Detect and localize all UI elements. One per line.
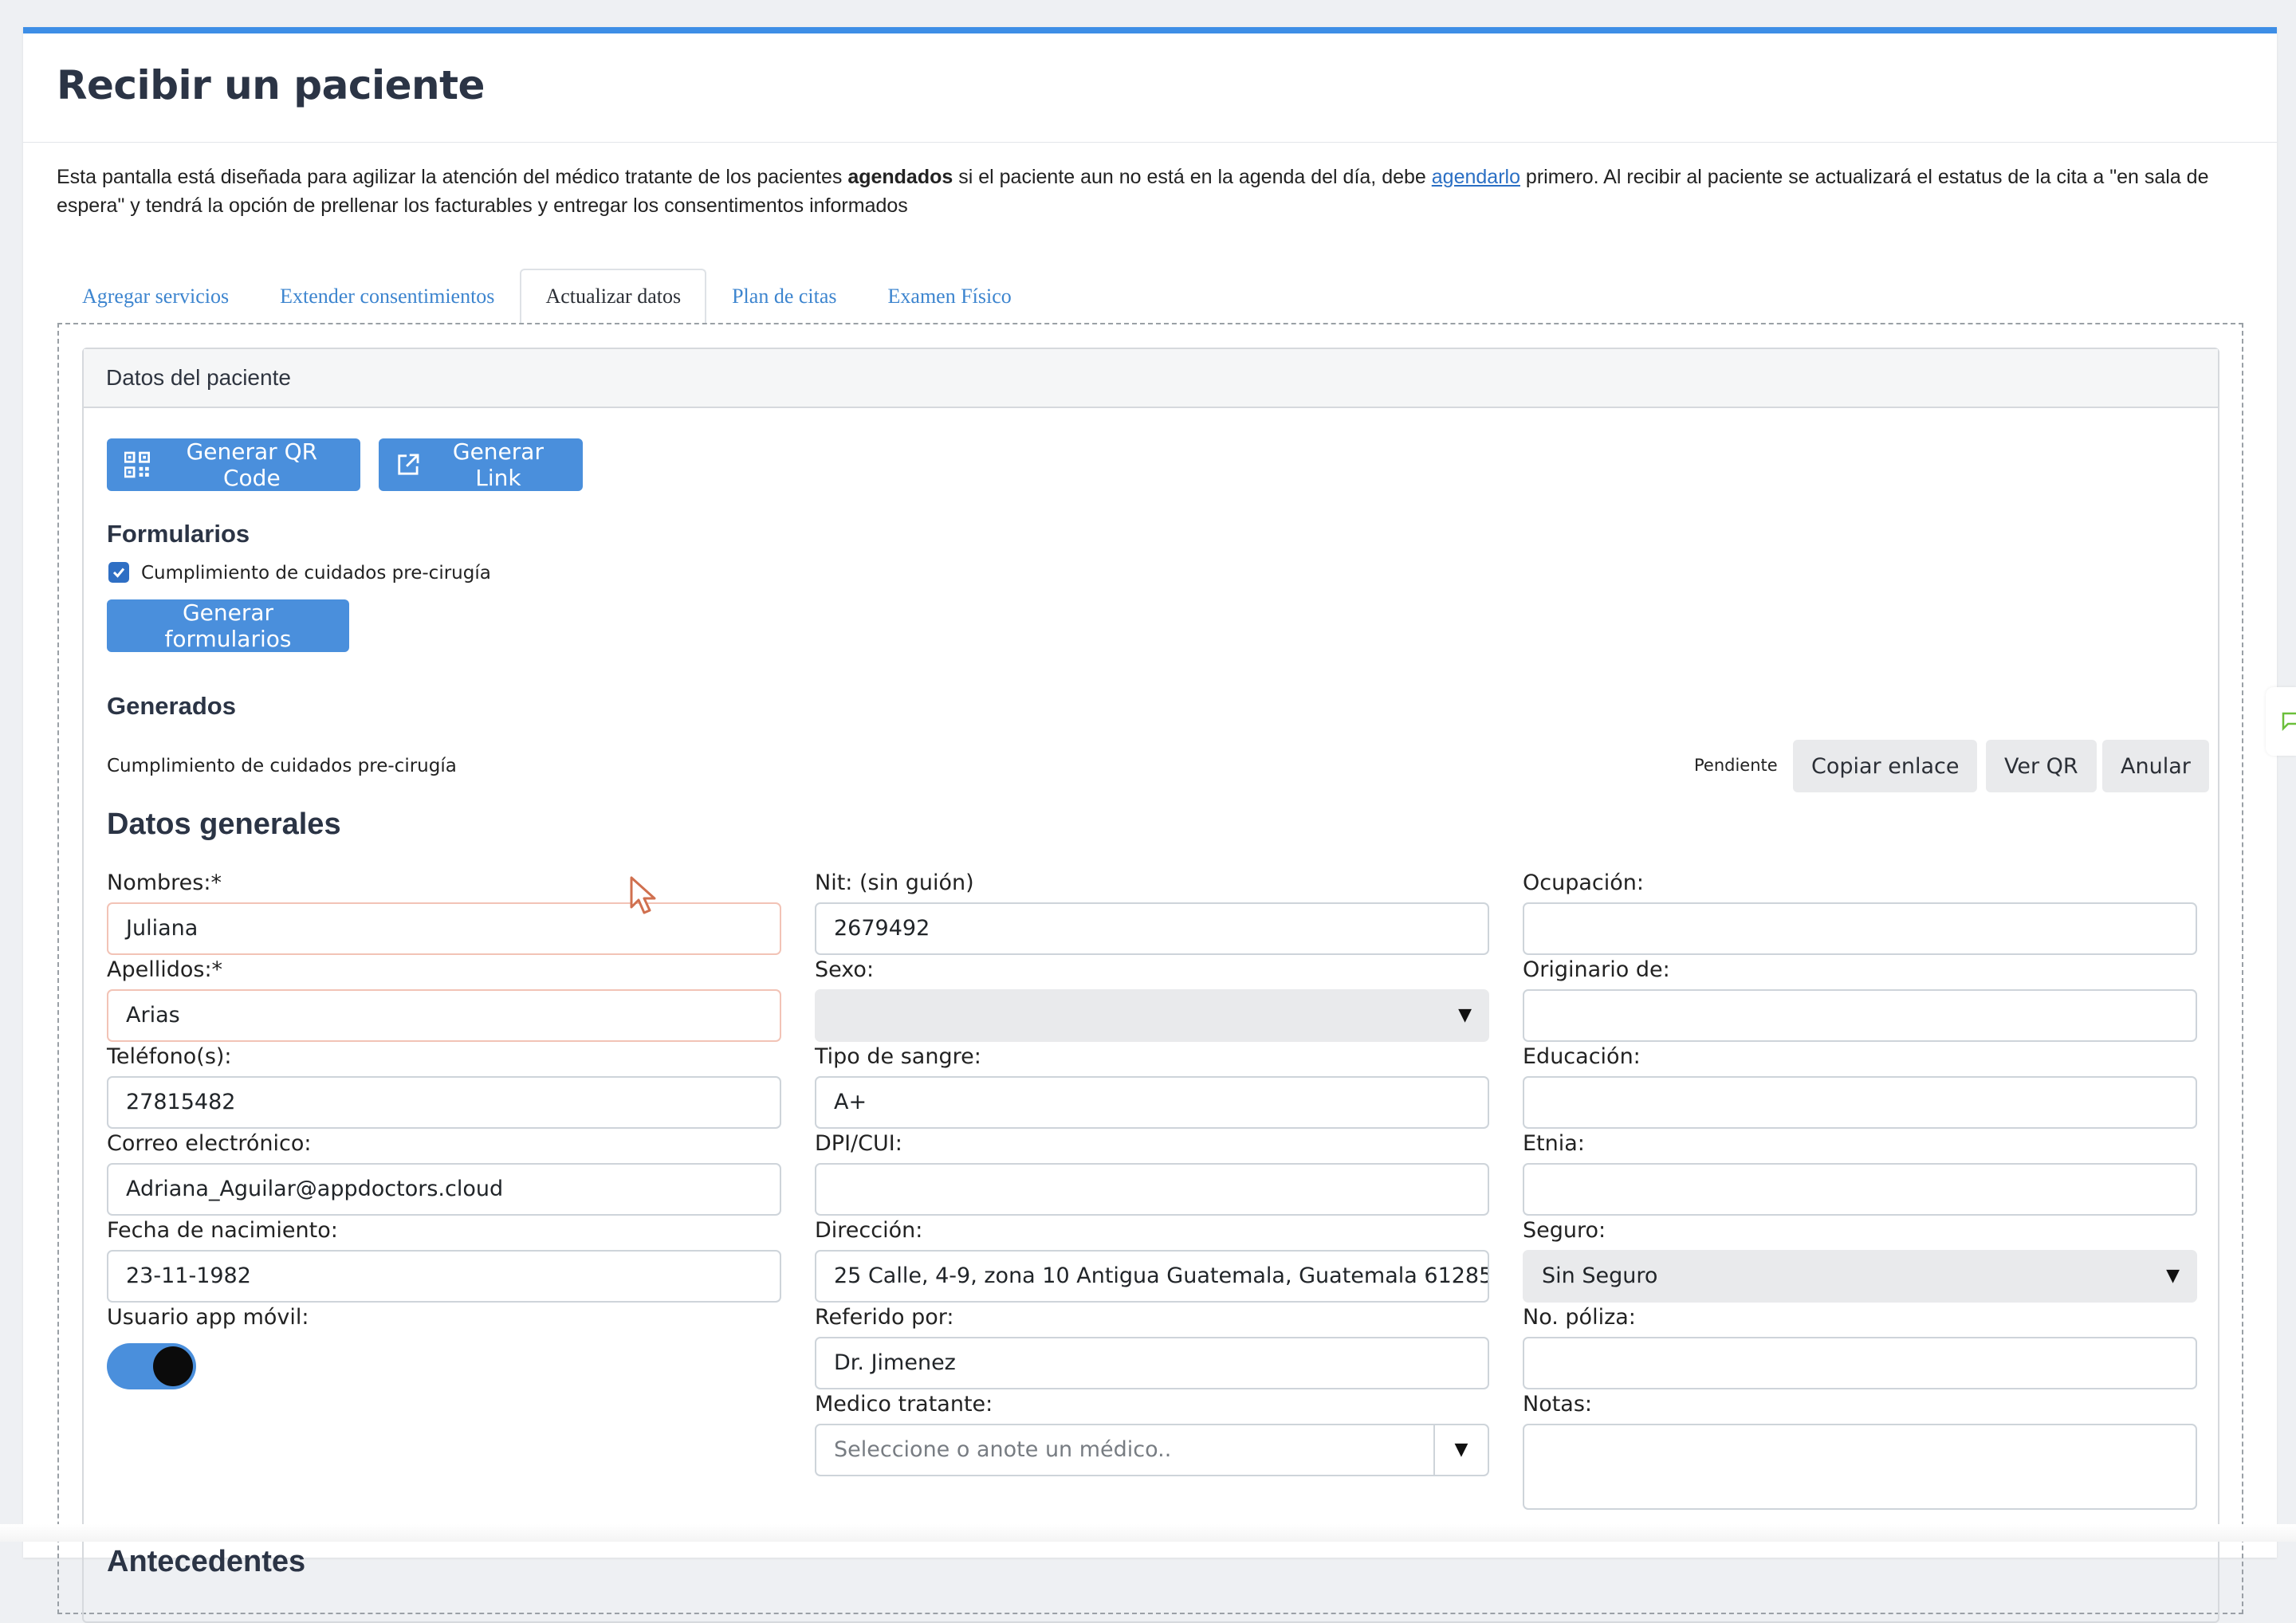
generate-link-label: Generar Link — [452, 438, 544, 491]
generate-link-button[interactable]: Generar Link — [379, 438, 583, 491]
etnia-input[interactable] — [1523, 1163, 2197, 1216]
sangre-input[interactable]: A+ — [815, 1076, 1489, 1129]
educacion-input[interactable] — [1523, 1076, 2197, 1129]
external-link-icon — [398, 454, 419, 475]
generate-qr-button[interactable]: Generar QR Code — [107, 438, 360, 491]
qr-code-icon — [124, 451, 150, 478]
correo-input[interactable]: Adriana_Aguilar@appdoctors.cloud — [107, 1163, 781, 1216]
check-icon — [112, 568, 125, 578]
sexo-select[interactable]: ▼ — [815, 989, 1489, 1042]
nombres-label: Nombres:* — [107, 870, 222, 895]
copy-link-button[interactable]: Copiar enlace — [1793, 740, 1978, 792]
nombres-input[interactable]: Juliana — [107, 902, 781, 955]
chat-icon — [2282, 712, 2296, 731]
app-user-toggle[interactable] — [107, 1343, 196, 1389]
referido-input[interactable]: Dr. Jimenez — [815, 1337, 1489, 1389]
form-option-label: Cumplimiento de cuidados pre-cirugía — [141, 563, 491, 584]
mouse-cursor-icon — [630, 876, 656, 914]
medico-label: Medico tratante: — [815, 1392, 993, 1417]
tab-bar: Agregar servicios Extender consentimient… — [57, 269, 1037, 324]
referido-label: Referido por: — [815, 1305, 954, 1330]
antecedentes-title: Antecedentes — [107, 1545, 306, 1578]
etnia-label: Etnia: — [1523, 1131, 1585, 1156]
dpi-input[interactable] — [815, 1163, 1489, 1216]
nacimiento-label: Fecha de nacimiento: — [107, 1218, 338, 1243]
medico-dropdown-toggle[interactable]: ▼ — [1433, 1425, 1488, 1475]
seguro-select[interactable]: Sin Seguro ▼ — [1523, 1250, 2197, 1303]
ocupacion-label: Ocupación: — [1523, 870, 1644, 895]
intro-text: Esta pantalla está diseñada para agiliza… — [57, 163, 2241, 220]
view-qr-button[interactable]: Ver QR — [1986, 740, 2097, 792]
chevron-down-icon: ▼ — [1458, 1005, 1472, 1025]
bottom-fade — [0, 1524, 2296, 1542]
forms-title: Formularios — [107, 520, 250, 548]
cancel-form-button[interactable]: Anular — [2102, 740, 2209, 792]
generate-forms-button[interactable]: Generar formularios — [107, 599, 349, 652]
apellidos-label: Apellidos:* — [107, 957, 223, 982]
agendar-link[interactable]: agendarlo — [1432, 166, 1520, 188]
nit-input[interactable]: 2679492 — [815, 902, 1489, 955]
intro-part1: Esta pantalla está diseñada para agiliza… — [57, 166, 848, 188]
tab-plan-de-citas[interactable]: Plan de citas — [706, 269, 862, 321]
seguro-value: Sin Seguro — [1542, 1263, 1658, 1288]
sangre-label: Tipo de sangre: — [815, 1044, 981, 1069]
poliza-label: No. póliza: — [1523, 1305, 1636, 1330]
general-data-title: Datos generales — [107, 808, 341, 841]
medico-combobox[interactable]: Seleccione o anote un médico.. ▼ — [815, 1424, 1489, 1476]
generated-item-name: Cumplimiento de cuidados pre-cirugía — [107, 756, 457, 776]
correo-label: Correo electrónico: — [107, 1131, 312, 1156]
medico-placeholder: Seleccione o anote un médico.. — [834, 1437, 1172, 1462]
status-badge: Pendiente — [1694, 756, 1778, 775]
notas-label: Notas: — [1523, 1392, 1593, 1417]
ocupacion-input[interactable] — [1523, 902, 2197, 955]
patient-panel: Datos del paciente Generar QR Code Gener… — [82, 348, 2219, 1623]
generated-title: Generados — [107, 692, 236, 720]
direccion-label: Dirección: — [815, 1218, 923, 1243]
app-user-label: Usuario app móvil: — [107, 1305, 309, 1330]
tab-actualizar-datos[interactable]: Actualizar datos — [520, 269, 707, 324]
sexo-label: Sexo: — [815, 957, 875, 982]
originario-input[interactable] — [1523, 989, 2197, 1042]
form-checkbox[interactable] — [108, 562, 129, 583]
originario-label: Originario de: — [1523, 957, 1670, 982]
toggle-knob — [153, 1346, 193, 1386]
nit-label: Nit: (sin guión) — [815, 870, 974, 895]
chevron-down-icon: ▼ — [1454, 1440, 1468, 1460]
telefono-input[interactable]: 27815482 — [107, 1076, 781, 1129]
direccion-input[interactable]: 25 Calle, 4-9, zona 10 Antigua Guatemala… — [815, 1250, 1489, 1303]
dpi-label: DPI/CUI: — [815, 1131, 902, 1156]
apellidos-input[interactable]: Arias — [107, 989, 781, 1042]
seguro-label: Seguro: — [1523, 1218, 1606, 1243]
page-title: Recibir un paciente — [57, 62, 485, 108]
chevron-down-icon: ▼ — [2166, 1266, 2180, 1286]
intro-part2: si el paciente aun no está en la agenda … — [953, 166, 1432, 188]
title-divider — [23, 142, 2277, 143]
tab-extender-consentimientos[interactable]: Extender consentimientos — [254, 269, 520, 321]
poliza-input[interactable] — [1523, 1337, 2197, 1389]
feedback-side-tab[interactable] — [2266, 687, 2296, 756]
telefono-label: Teléfono(s): — [107, 1044, 232, 1069]
educacion-label: Educación: — [1523, 1044, 1641, 1069]
main-card: Recibir un paciente Esta pantalla está d… — [23, 27, 2277, 1623]
tab-agregar-servicios[interactable]: Agregar servicios — [57, 269, 254, 321]
tab-examen-fisico[interactable]: Examen Físico — [863, 269, 1037, 321]
tab-pane: Datos del paciente Generar QR Code Gener… — [57, 323, 2243, 1623]
panel-header: Datos del paciente — [84, 349, 2218, 408]
nacimiento-input[interactable]: 23-11-1982 — [107, 1250, 781, 1303]
generate-qr-label: Generar QR Code — [186, 438, 318, 491]
intro-bold: agendados — [847, 166, 953, 188]
notas-textarea[interactable] — [1523, 1424, 2197, 1510]
